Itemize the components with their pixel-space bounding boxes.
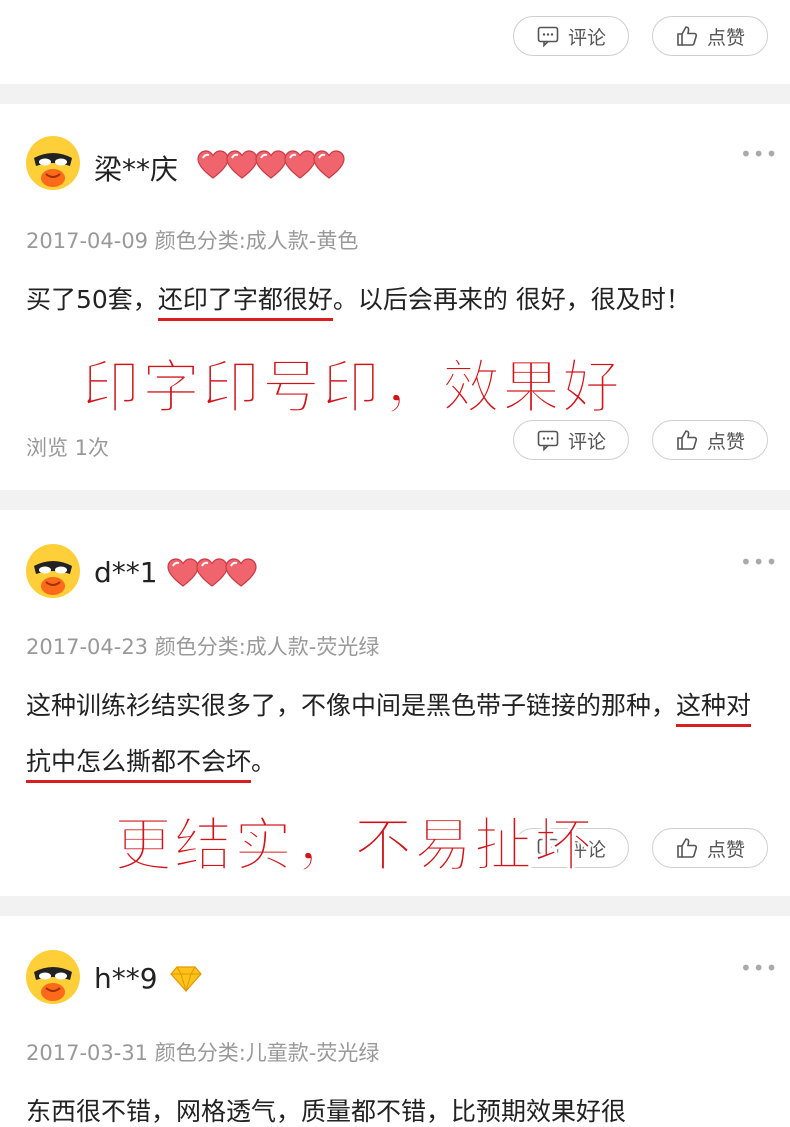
heart-level-icon bbox=[167, 558, 199, 587]
section-divider bbox=[0, 84, 790, 104]
content-text: 这种训练衫结实很多了，不像中间是黑色带子链接的那种， bbox=[26, 691, 677, 720]
thumbs-up-icon bbox=[677, 26, 698, 46]
more-dots-icon[interactable]: ••• bbox=[740, 550, 778, 574]
like-button[interactable]: 点赞 bbox=[652, 16, 768, 56]
avatar[interactable] bbox=[26, 950, 80, 1004]
diamond-level-icon bbox=[170, 966, 202, 992]
comment-label: 评论 bbox=[567, 26, 606, 49]
user-level-hearts bbox=[197, 150, 345, 180]
comment-icon bbox=[537, 430, 559, 452]
section-divider bbox=[0, 490, 790, 510]
like-label: 点赞 bbox=[706, 838, 745, 861]
avatar[interactable] bbox=[26, 136, 80, 190]
promo-overlay-text: 更结实，不易扯坏 bbox=[113, 811, 595, 880]
user-level-hearts bbox=[167, 558, 257, 588]
content-text: 。以后会再来的 很好，很及时！ bbox=[332, 285, 691, 314]
heart-level-icon bbox=[197, 150, 229, 179]
comment-label: 评论 bbox=[567, 430, 606, 453]
like-label: 点赞 bbox=[706, 430, 745, 453]
username: 梁**庆 bbox=[94, 153, 179, 186]
heart-level-icon bbox=[196, 558, 228, 587]
comment-button[interactable]: 评论 bbox=[513, 420, 629, 460]
review-meta: 2017-04-23 颜色分类:成人款-荧光绿 bbox=[26, 635, 380, 659]
like-button[interactable]: 点赞 bbox=[652, 828, 768, 868]
heart-level-icon bbox=[226, 150, 258, 179]
comment-icon bbox=[537, 26, 559, 48]
review-meta: 2017-03-31 颜色分类:儿童款-荧光绿 bbox=[26, 1041, 380, 1065]
content-text: 东西很不错，网格透气，质量都不错，比预期效果好很 bbox=[26, 1097, 627, 1126]
section-divider bbox=[0, 896, 790, 916]
heart-level-icon bbox=[225, 558, 257, 587]
heart-level-icon bbox=[284, 150, 316, 179]
more-dots-icon[interactable]: ••• bbox=[740, 956, 778, 980]
username: h**9 bbox=[94, 962, 158, 995]
review-content: 这种训练衫结实很多了，不像中间是黑色带子链接的那种，这种对抗中怎么撕都不会坏。 bbox=[26, 678, 766, 790]
content-text: 。 bbox=[251, 747, 277, 776]
review-meta: 2017-04-09 颜色分类:成人款-黄色 bbox=[26, 229, 359, 253]
avatar[interactable] bbox=[26, 544, 80, 598]
thumbs-up-icon bbox=[677, 430, 698, 450]
promo-overlay-text: 印字印号印，效果好 bbox=[81, 353, 623, 422]
more-dots-icon[interactable]: ••• bbox=[740, 142, 778, 166]
comment-button[interactable]: 评论 bbox=[513, 16, 629, 56]
heart-level-icon bbox=[313, 150, 345, 179]
like-button[interactable]: 点赞 bbox=[652, 420, 768, 460]
review-content: 买了50套，还印了字都很好。以后会再来的 很好，很及时！ bbox=[26, 272, 766, 328]
heart-level-icon bbox=[255, 150, 287, 179]
content-highlight: 还印了字都很好 bbox=[157, 285, 333, 321]
review-content: 东西很不错，网格透气，质量都不错，比预期效果好很 bbox=[26, 1084, 766, 1127]
view-count: 浏览 1次 bbox=[26, 436, 110, 460]
like-label: 点赞 bbox=[706, 26, 745, 49]
username: d**1 bbox=[94, 556, 158, 589]
thumbs-up-icon bbox=[677, 838, 698, 858]
content-text: 买了50套， bbox=[26, 285, 158, 314]
